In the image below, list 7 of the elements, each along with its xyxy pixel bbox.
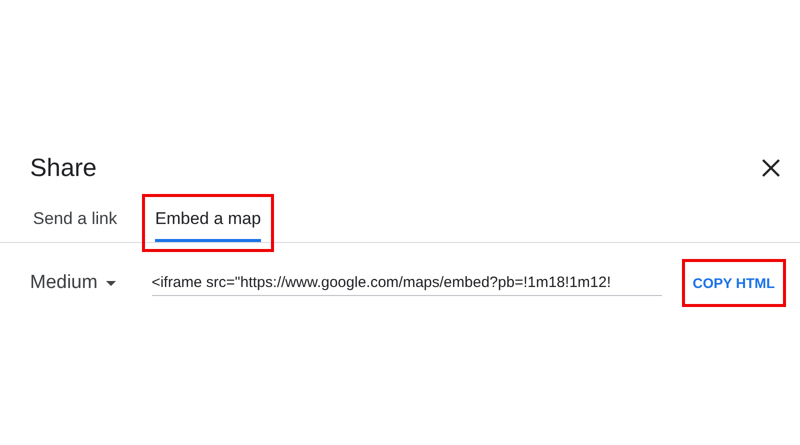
dialog-title: Share [30, 154, 97, 182]
tab[interactable]: Embed a map [155, 203, 261, 242]
size-dropdown[interactable]: Medium [30, 272, 116, 294]
tab[interactable]: Send a link [33, 203, 118, 242]
caret-icon [106, 280, 116, 286]
close-icon[interactable] [761, 158, 781, 178]
copy-html-button[interactable]: COPY HTML [686, 271, 781, 295]
